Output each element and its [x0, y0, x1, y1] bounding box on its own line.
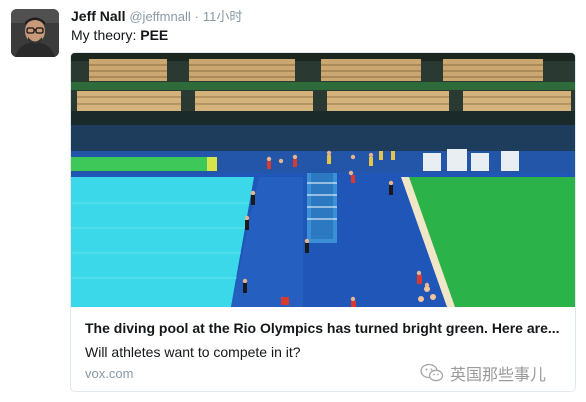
header-separator: · [194, 9, 199, 24]
watermark-text: 英国那些事儿 [450, 367, 547, 384]
avatar-image [11, 9, 59, 57]
link-card[interactable]: The diving pool at the Rio Olympics has … [70, 52, 576, 392]
tweet-text-prefix: My theory: [71, 27, 141, 43]
card-description: Will athletes want to compete in it? [85, 344, 301, 360]
tweet-header: Jeff Nall @jeffmnall · 11小时 [71, 8, 242, 25]
watermark: 英国那些事儿 [420, 361, 546, 385]
tweet-timestamp[interactable]: 11小时 [203, 9, 243, 24]
wechat-icon [420, 363, 444, 382]
avatar[interactable] [11, 9, 59, 57]
card-domain[interactable]: vox.com [85, 366, 133, 382]
tweet-text: My theory: PEE [71, 26, 168, 44]
author-handle[interactable]: @jeffmnall [129, 9, 190, 24]
tweet-text-emphasis: PEE [140, 27, 169, 43]
card-title[interactable]: The diving pool at the Rio Olympics has … [85, 319, 565, 337]
author-name[interactable]: Jeff Nall [71, 8, 125, 24]
card-image [71, 53, 575, 307]
